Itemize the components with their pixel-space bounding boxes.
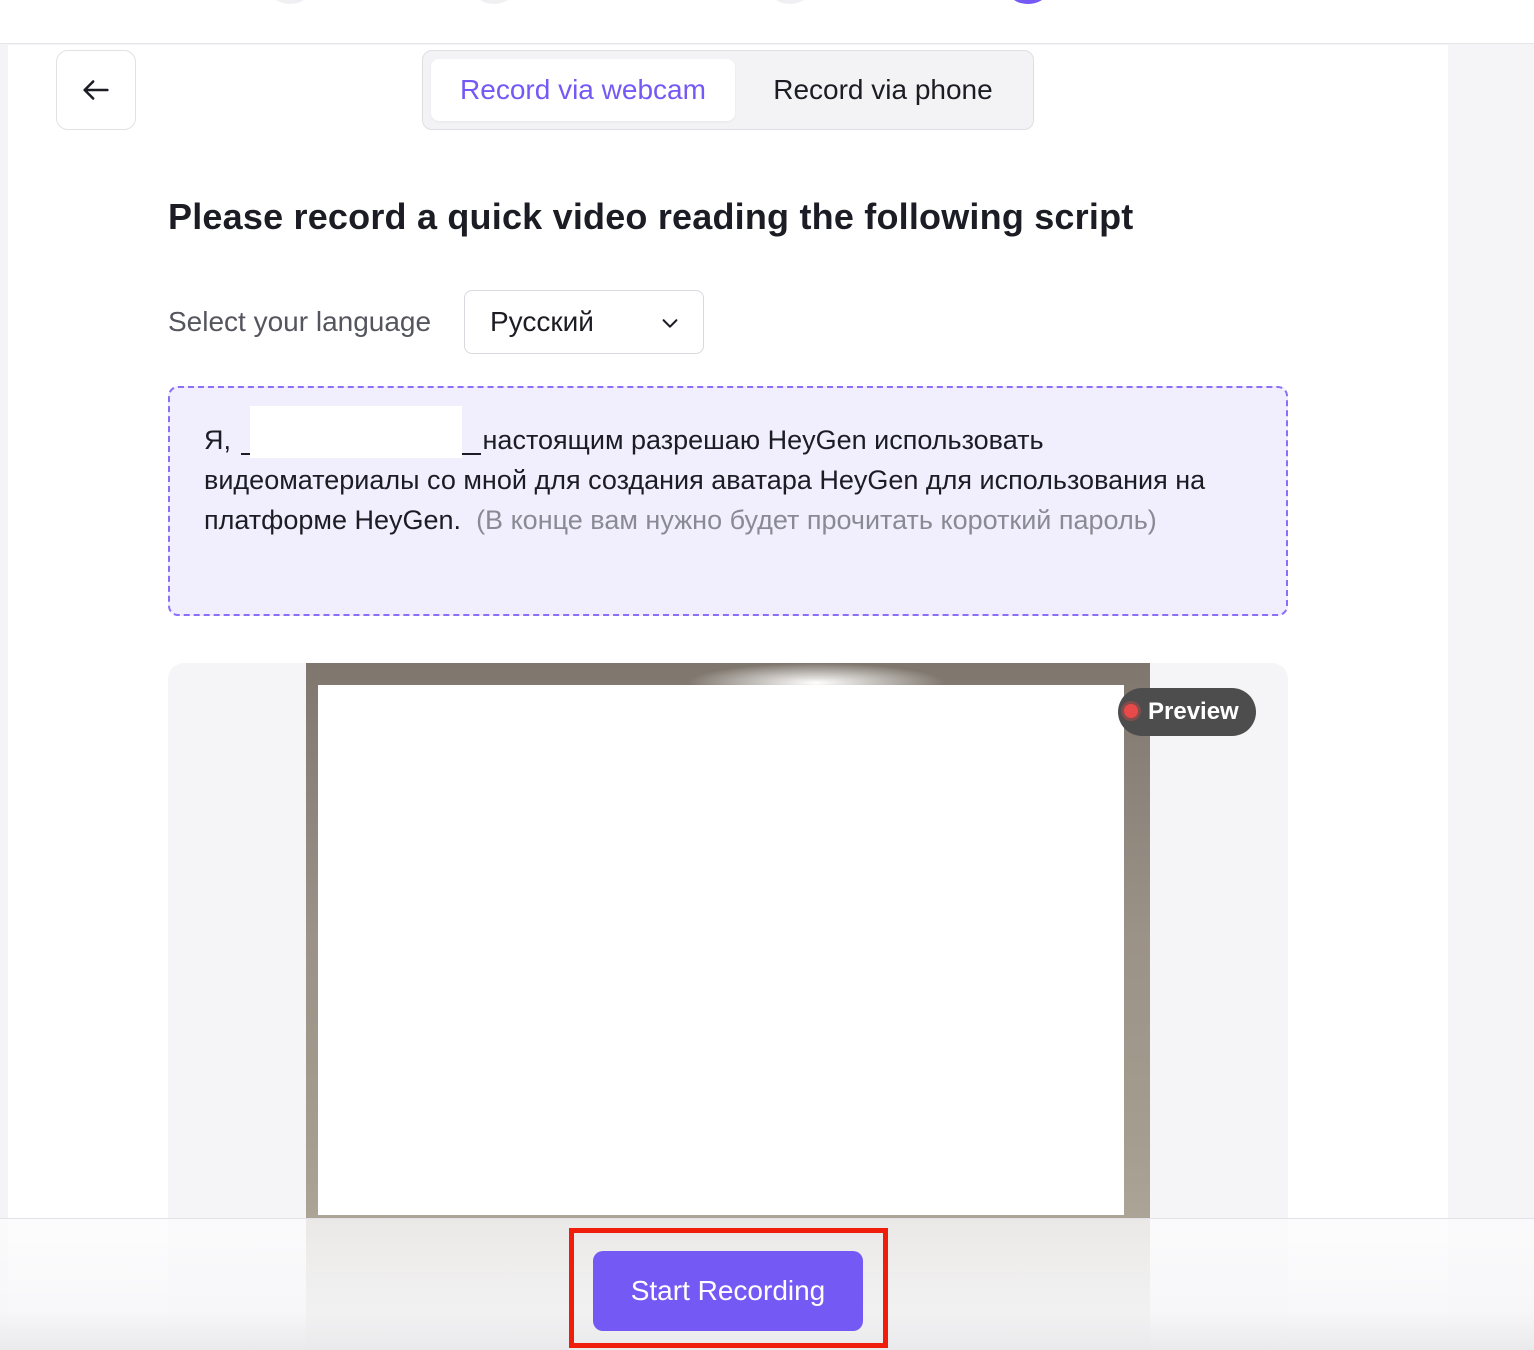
consent-script-box: Я, настоящим разрешаю HeyGen использоват… [168, 386, 1288, 616]
language-label: Select your language [168, 306, 432, 337]
highlight-annotation [569, 1228, 888, 1348]
language-select-value: Русский [490, 306, 594, 337]
arrow-left-icon [83, 80, 109, 100]
tab-record-webcam[interactable]: Record via webcam [431, 59, 735, 121]
step-indicator [476, 0, 512, 4]
record-mode-tabs: Record via webcam Record via phone [422, 50, 1034, 130]
record-dot-icon [1124, 704, 1138, 718]
right-gutter [1448, 45, 1534, 1350]
back-button[interactable] [56, 50, 136, 130]
language-select[interactable]: Русский [464, 290, 704, 354]
page-title: Please record a quick video reading the … [168, 196, 1134, 237]
step-indicator-active [1010, 0, 1046, 4]
stepper-bar [0, 0, 1534, 44]
script-prefix: Я, [204, 425, 231, 455]
name-redaction [250, 406, 462, 458]
tab-record-phone[interactable]: Record via phone [741, 59, 1025, 121]
step-indicator [272, 0, 308, 4]
script-hint: (В конце вам нужно будет прочитать корот… [476, 505, 1157, 535]
preview-label: Preview [1148, 698, 1239, 725]
webcam-redaction [318, 685, 1124, 1215]
step-indicator [772, 0, 808, 4]
preview-badge: Preview [1118, 688, 1256, 736]
chevron-down-icon [662, 319, 678, 328]
